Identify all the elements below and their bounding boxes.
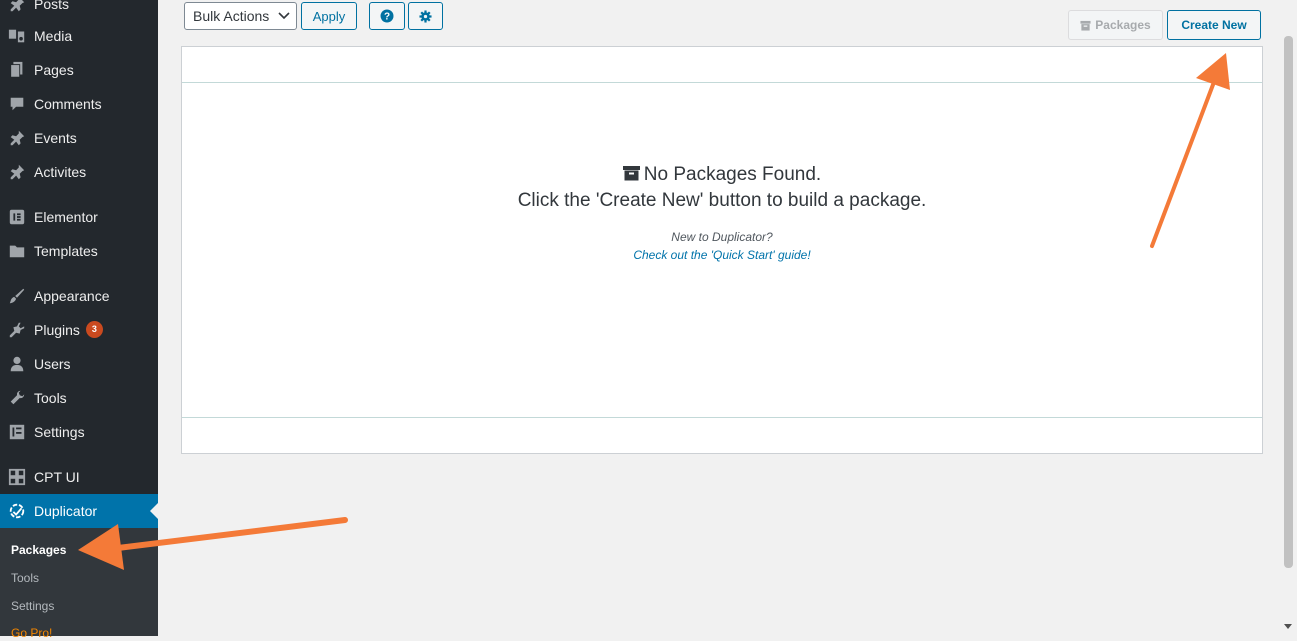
- new-to-duplicator-text: New to Duplicator?: [671, 230, 773, 244]
- sidebar-item-media[interactable]: Media: [0, 19, 158, 53]
- svg-text:?: ?: [384, 12, 390, 23]
- sidebar-item-label: CPT UI: [34, 469, 80, 485]
- packages-panel: No Packages Found. Click the 'Create New…: [181, 46, 1263, 454]
- panel-footer-divider: [182, 417, 1262, 418]
- sidebar-item-elementor[interactable]: Elementor: [0, 200, 158, 234]
- user-icon: [10, 356, 24, 372]
- sidebar-item-label: Duplicator: [34, 503, 98, 519]
- help-button[interactable]: ?: [369, 2, 405, 30]
- sidebar-item-events[interactable]: Events: [0, 121, 158, 155]
- comment-icon: [10, 97, 24, 111]
- packages-button[interactable]: Packages: [1068, 10, 1163, 40]
- plugins-update-badge: 3: [85, 321, 103, 338]
- sidebar-item-users[interactable]: Users: [0, 347, 158, 381]
- sidebar-item-templates[interactable]: Templates: [0, 234, 158, 268]
- wrench-icon: [10, 390, 25, 405]
- folder-icon: [9, 245, 25, 258]
- sidebar-item-label: Plugins 3: [34, 321, 103, 339]
- sidebar-item-settings[interactable]: Settings: [0, 415, 158, 449]
- sidebar-item-comments[interactable]: Comments: [0, 87, 158, 121]
- archive-icon: [1080, 20, 1091, 31]
- submenu-tools[interactable]: Tools: [11, 570, 39, 586]
- settings-button[interactable]: [408, 2, 443, 30]
- settings-icon: [9, 424, 25, 440]
- chevron-down-icon: [278, 12, 290, 20]
- sidebar-item-pages[interactable]: Pages: [0, 53, 158, 87]
- pin-icon: [10, 0, 25, 12]
- sidebar-item-appearance[interactable]: Appearance: [0, 279, 158, 313]
- pages-icon: [10, 61, 23, 78]
- archive-icon: [622, 166, 640, 181]
- sidebar-item-label: Comments: [34, 96, 102, 112]
- submenu-go-pro[interactable]: Go Pro!: [11, 625, 52, 641]
- media-icon: [8, 29, 25, 43]
- panel-header-divider: [182, 82, 1262, 83]
- sidebar-item-posts[interactable]: Posts: [0, 0, 158, 21]
- page-scrollbar[interactable]: [1280, 0, 1297, 636]
- sidebar-item-label: Events: [34, 130, 77, 146]
- sidebar-item-duplicator[interactable]: Duplicator: [0, 494, 158, 528]
- plug-icon: [9, 322, 25, 338]
- gear-icon: [419, 9, 432, 23]
- empty-state-title: No Packages Found.: [182, 163, 1262, 187]
- sidebar-item-label: Tools: [34, 390, 67, 406]
- sidebar-item-plugins[interactable]: Plugins 3: [0, 313, 158, 347]
- empty-state-subtitle: Click the 'Create New' button to build a…: [517, 190, 927, 211]
- sidebar-item-label: Posts: [34, 0, 70, 12]
- bulk-actions-select[interactable]: Bulk Actions: [184, 2, 297, 30]
- sidebar-item-label: Users: [34, 356, 71, 372]
- duplicator-submenu: Packages Tools Settings Go Pro!: [0, 528, 158, 640]
- sidebar-item-label: Appearance: [34, 288, 110, 304]
- sidebar-item-label: Templates: [34, 243, 98, 259]
- create-new-button[interactable]: Create New: [1167, 10, 1261, 40]
- brush-icon: [9, 288, 25, 304]
- quick-start-link[interactable]: Check out the 'Quick Start' guide!: [182, 248, 1262, 262]
- bulk-actions-value: Bulk Actions: [193, 8, 270, 24]
- duplicator-icon: [9, 503, 25, 519]
- grid-icon: [8, 468, 26, 486]
- sidebar-item-tools[interactable]: Tools: [0, 381, 158, 415]
- packages-button-label: Packages: [1095, 18, 1151, 32]
- scroll-down-arrow[interactable]: [1284, 624, 1292, 629]
- sidebar-item-cpt-ui[interactable]: CPT UI: [0, 460, 158, 494]
- submenu-packages[interactable]: Packages: [11, 542, 66, 558]
- apply-button[interactable]: Apply: [301, 2, 357, 30]
- sidebar-item-label: Elementor: [34, 209, 98, 225]
- pin-icon: [10, 130, 25, 146]
- sidebar-item-label: Activites: [34, 164, 87, 180]
- admin-sidebar: Posts Media Pages Comments Events Activi…: [0, 0, 158, 640]
- sidebar-item-label: Settings: [34, 424, 85, 440]
- question-icon: ?: [380, 9, 394, 23]
- sidebar-item-activites[interactable]: Activites: [0, 155, 158, 189]
- sidebar-item-label: Pages: [34, 62, 74, 78]
- scrollbar-thumb[interactable]: [1284, 36, 1293, 568]
- sidebar-item-label: Media: [34, 28, 73, 44]
- elementor-icon: [9, 209, 25, 225]
- submenu-settings[interactable]: Settings: [11, 598, 54, 614]
- pin-icon: [10, 164, 25, 180]
